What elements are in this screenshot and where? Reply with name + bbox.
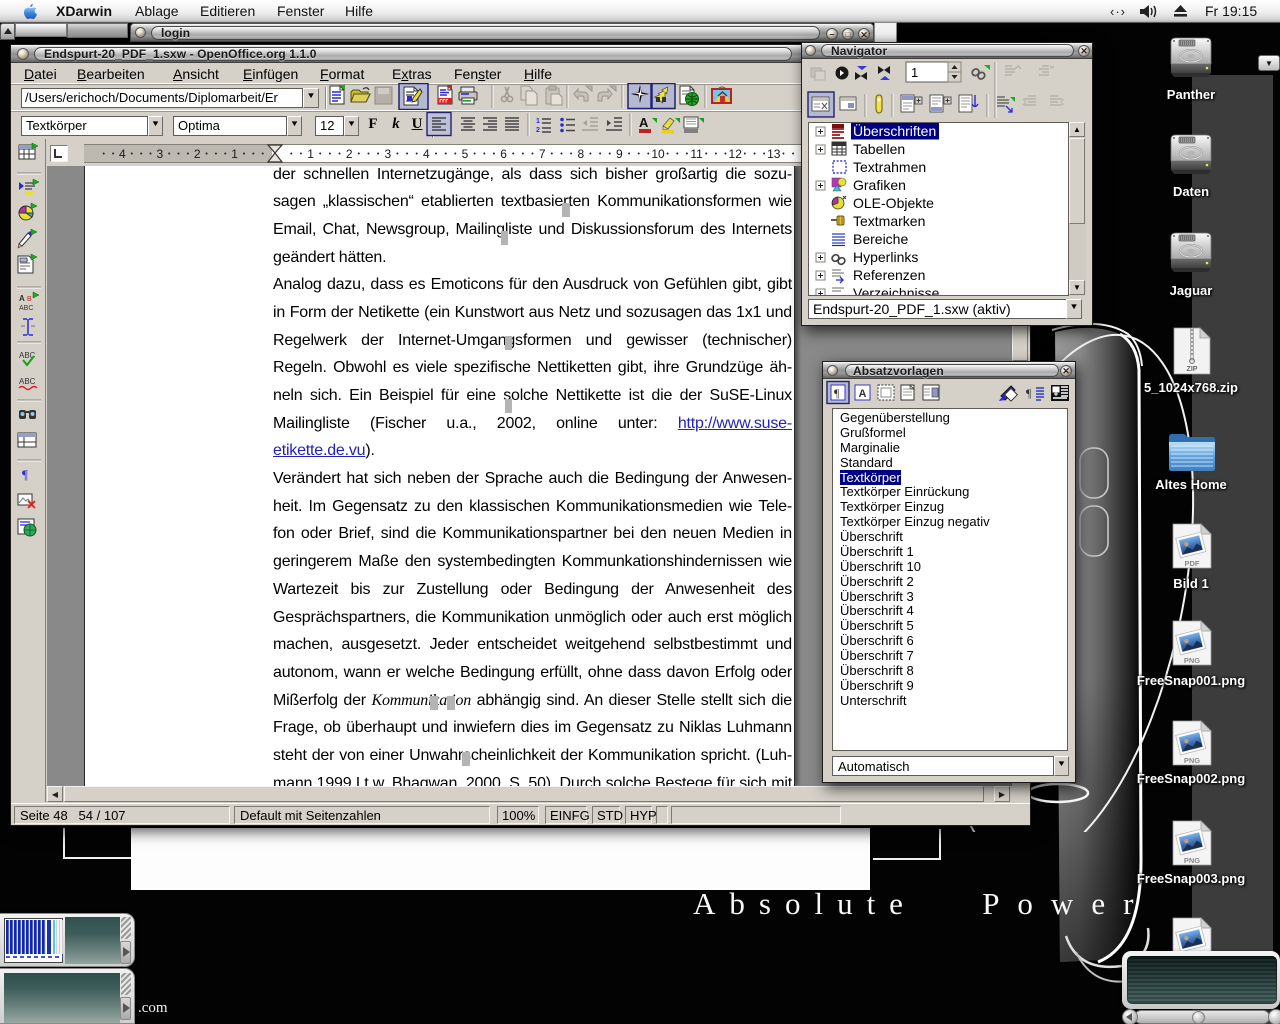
svg-text:Referenzen: Referenzen — [853, 267, 925, 283]
svg-text:Verzeichnisse: Verzeichnisse — [853, 285, 940, 295]
svg-text:PNG: PNG — [1184, 656, 1200, 665]
svg-text:1: 1 — [536, 118, 540, 125]
svg-text:OLE-Objekte: OLE-Objekte — [853, 195, 934, 211]
svg-text:ABC: ABC — [19, 377, 36, 386]
svg-text:ABC: ABC — [19, 305, 33, 312]
svg-text:Textmarken: Textmarken — [853, 213, 925, 229]
svg-text:PDF: PDF — [1185, 559, 1200, 568]
svg-text:¶: ¶ — [834, 386, 840, 400]
svg-text:B: B — [27, 296, 32, 303]
svg-text:Überschriften: Überschriften — [853, 122, 936, 139]
svg-text:Textrahmen: Textrahmen — [853, 159, 926, 175]
svg-text:Bereiche: Bereiche — [853, 231, 908, 247]
svg-text:2: 2 — [536, 127, 540, 134]
svg-text:¶: ¶ — [1026, 386, 1032, 400]
svg-text:Grafiken: Grafiken — [853, 177, 906, 193]
svg-text:A: A — [639, 115, 649, 130]
svg-text:PNG: PNG — [1184, 756, 1200, 765]
svg-text:Tabellen: Tabellen — [853, 141, 905, 157]
svg-text:A: A — [859, 388, 867, 400]
svg-text:A: A — [19, 294, 25, 303]
svg-text:PNG: PNG — [1184, 856, 1200, 865]
svg-text:ZIP: ZIP — [1187, 366, 1198, 373]
svg-text:1: 1 — [911, 65, 918, 80]
svg-text:¶: ¶ — [22, 467, 28, 482]
svg-text:Hyperlinks: Hyperlinks — [853, 249, 918, 265]
